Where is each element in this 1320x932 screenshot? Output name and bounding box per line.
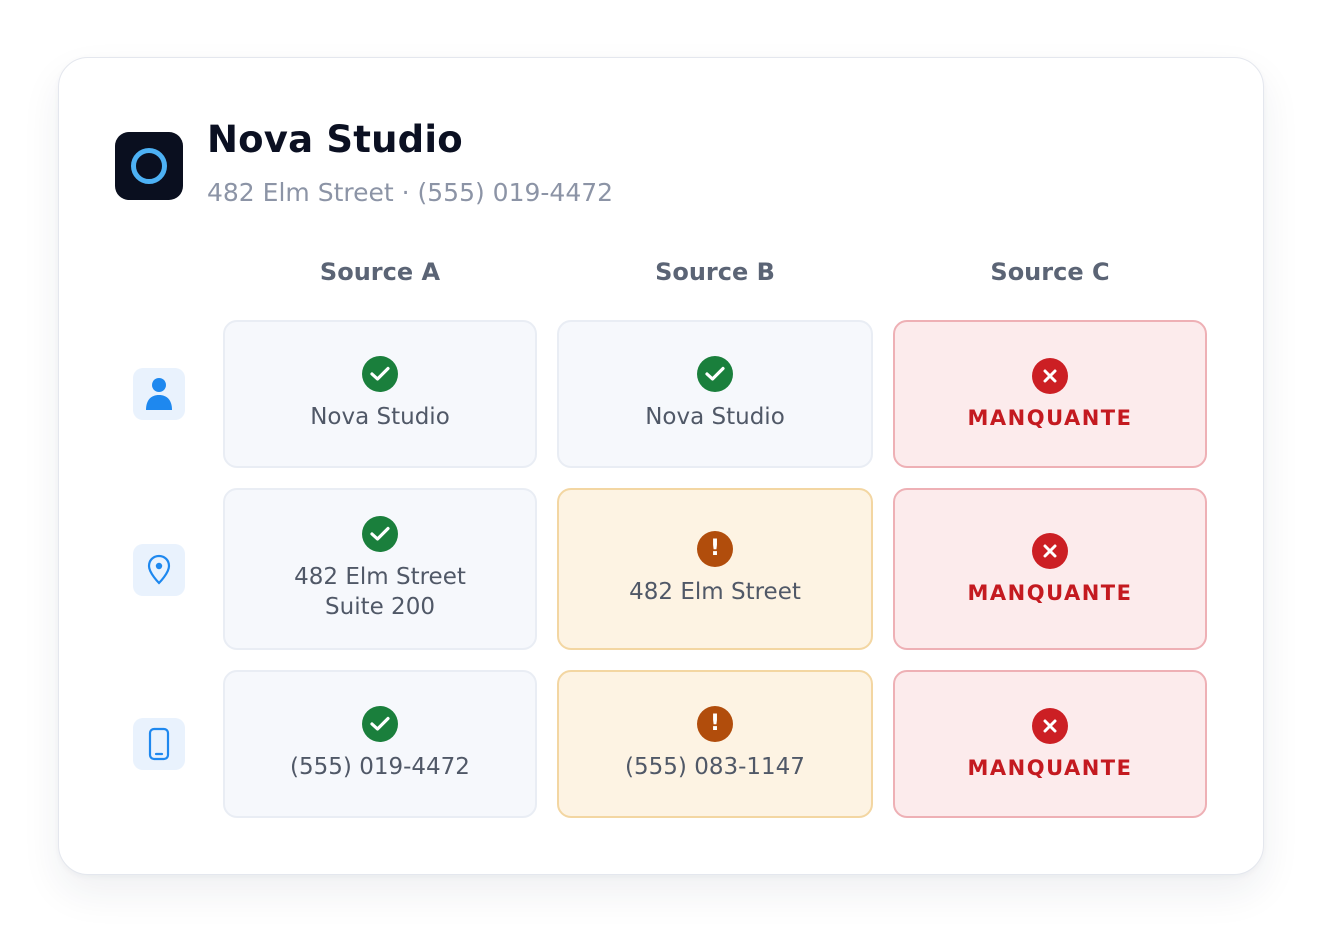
ring-logo-icon: [131, 148, 167, 184]
cell-phone-source-c: MANQUANTE: [893, 670, 1207, 818]
cell-phone-source-b: ! (555) 083-1147: [557, 670, 873, 818]
row-address-indicator: [133, 544, 185, 596]
cell-name-source-b: Nova Studio: [557, 320, 873, 468]
checkmark-icon: [697, 356, 733, 392]
listing-consistency-card: Nova Studio 482 Elm Street · (555) 019-4…: [58, 57, 1264, 875]
checkmark-icon: [362, 706, 398, 742]
cell-value: Nova Studio: [310, 404, 450, 430]
cell-value: (555) 019-4472: [290, 754, 470, 780]
cell-address-source-b: ! 482 Elm Street: [557, 488, 873, 650]
business-logo: [115, 132, 183, 200]
cell-address-source-c: MANQUANTE: [893, 488, 1207, 650]
checkmark-icon: [362, 516, 398, 552]
missing-label: MANQUANTE: [967, 581, 1133, 605]
phone-icon: [148, 727, 170, 761]
business-subtitle: 482 Elm Street · (555) 019-4472: [207, 178, 614, 207]
person-icon: [146, 378, 172, 410]
missing-label: MANQUANTE: [967, 756, 1133, 780]
row-name-indicator: [133, 368, 185, 420]
checkmark-icon: [362, 356, 398, 392]
column-header-source-c: Source C: [990, 258, 1110, 286]
column-header-source-b: Source B: [655, 258, 775, 286]
x-circle-icon: [1032, 358, 1068, 394]
column-header-source-a: Source A: [319, 258, 441, 286]
exclamation-icon: !: [697, 531, 733, 567]
x-circle-icon: [1032, 533, 1068, 569]
missing-label: MANQUANTE: [967, 406, 1133, 430]
x-circle-icon: [1032, 708, 1068, 744]
business-name: Nova Studio: [207, 118, 463, 161]
exclamation-icon: !: [697, 706, 733, 742]
cell-name-source-a: Nova Studio: [223, 320, 537, 468]
cell-value: 482 Elm Street Suite 200: [294, 564, 466, 620]
cell-value: (555) 083-1147: [625, 754, 805, 780]
cell-address-source-a: 482 Elm Street Suite 200: [223, 488, 537, 650]
cell-value: 482 Elm Street: [629, 579, 801, 605]
cell-value: Nova Studio: [645, 404, 785, 430]
location-pin-icon: [147, 554, 171, 585]
row-phone-indicator: [133, 718, 185, 770]
cell-name-source-c: MANQUANTE: [893, 320, 1207, 468]
cell-phone-source-a: (555) 019-4472: [223, 670, 537, 818]
